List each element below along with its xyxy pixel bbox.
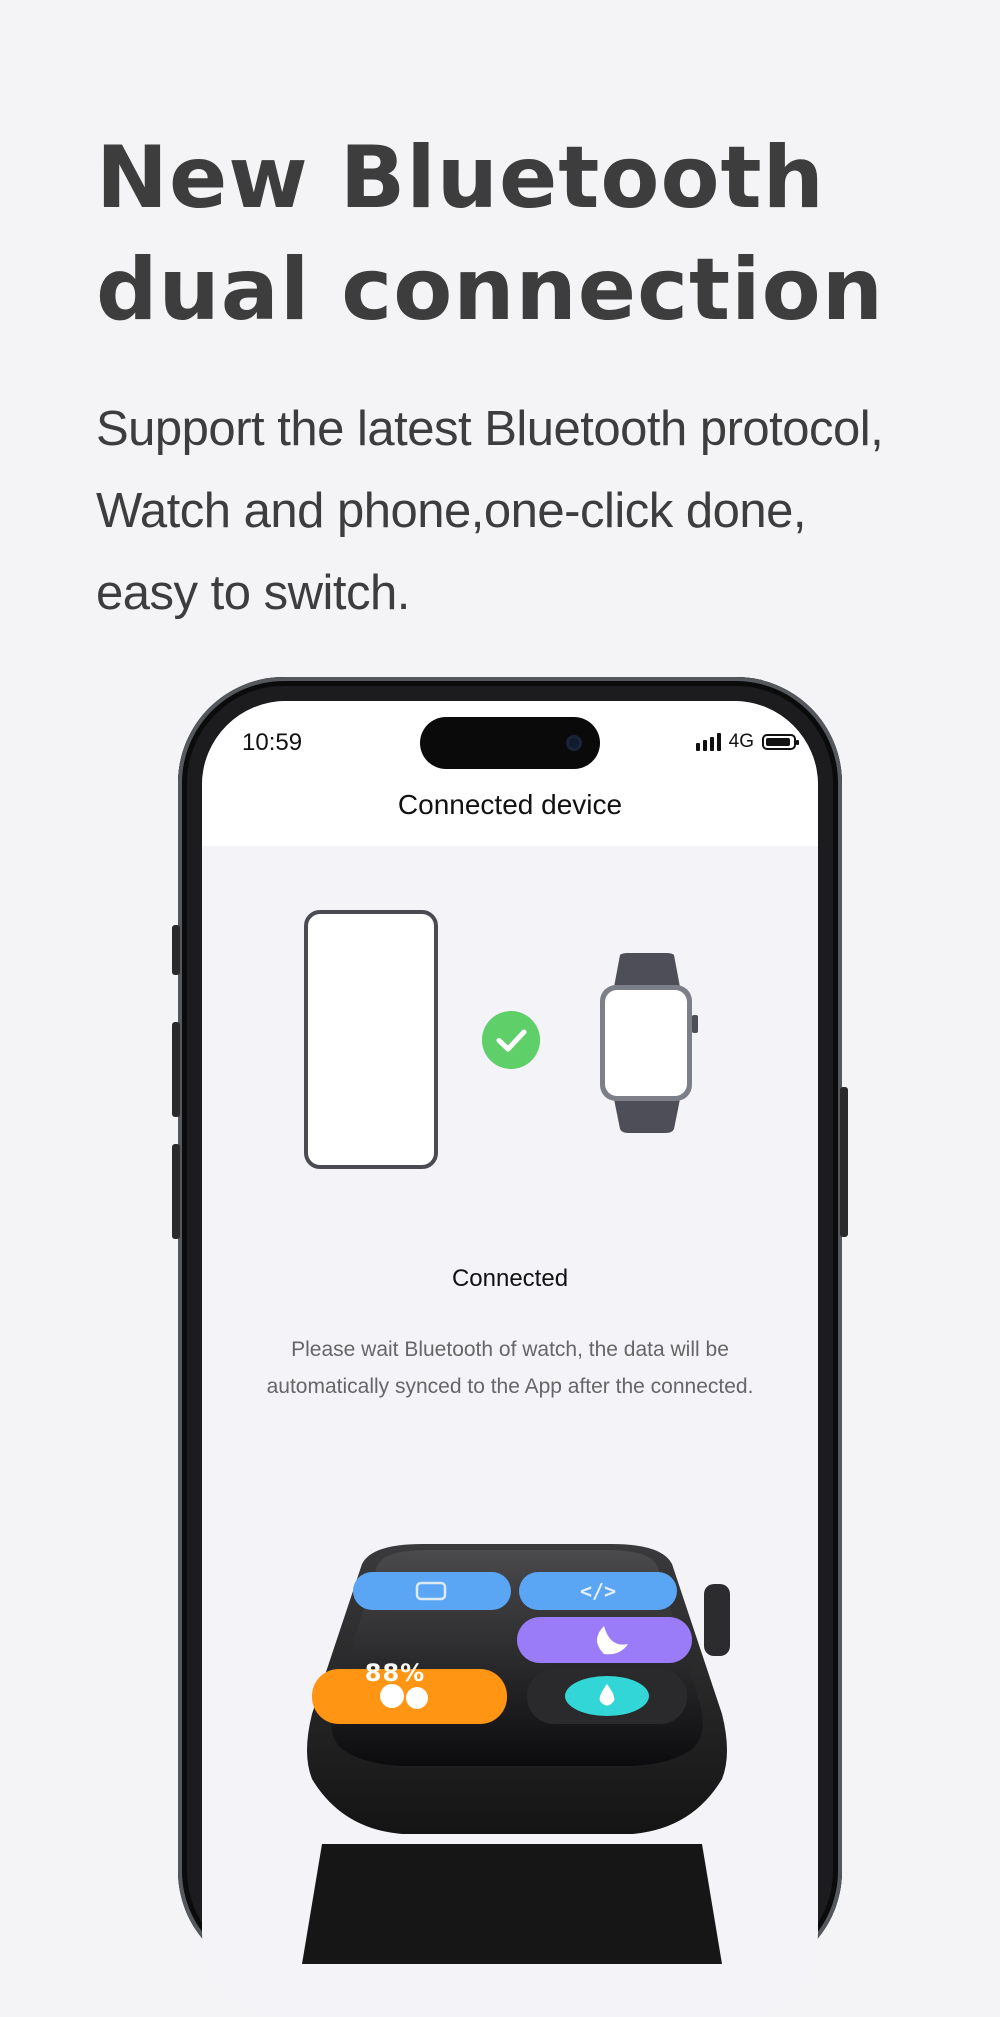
feature-description-line-2: Watch and phone,one-click done, <box>96 484 806 538</box>
signal-icon <box>695 733 721 751</box>
connected-check-icon <box>482 1011 540 1069</box>
headline-line-2: dual connection <box>96 240 884 340</box>
watch-battery-percent: 88% <box>364 1659 426 1687</box>
phone-screen: 10:59 4G Connected device Connected Plea… <box>202 701 818 2017</box>
phone-illustration <box>304 910 438 1169</box>
sync-description-line-1: Please wait Bluetooth of watch, the data… <box>291 1338 729 1361</box>
watch-illustration <box>600 953 698 1133</box>
phone-mockup: 10:59 4G Connected device Connected Plea… <box>172 677 848 2017</box>
watch-tile-phone <box>353 1572 511 1610</box>
battery-icon <box>762 734 799 750</box>
phone-side-button <box>172 925 180 975</box>
headline-line-1: New Bluetooth <box>96 128 825 228</box>
front-camera-icon <box>566 735 582 751</box>
feature-description: Support the latest Bluetooth protocol, W… <box>96 388 884 634</box>
page-title: Connected device <box>397 789 623 820</box>
app-header: 10:59 4G Connected device <box>202 701 818 846</box>
phone-volume-up-button <box>172 1022 180 1117</box>
feature-description-line-3: easy to switch. <box>96 566 410 620</box>
network-type: 4G <box>728 731 754 752</box>
smartwatch-photo: </> <box>302 1544 730 1964</box>
svg-text:</>: </> <box>580 1579 616 1603</box>
connection-status: Connected <box>451 1265 569 1292</box>
status-time: 10:59 <box>242 729 303 756</box>
status-icons: 4G <box>695 731 799 753</box>
phone-power-button <box>840 1087 848 1237</box>
sync-description-line-2: automatically synced to the App after th… <box>266 1375 754 1398</box>
phone-volume-down-button <box>172 1144 180 1239</box>
headline: New Bluetooth dual connection <box>96 122 884 346</box>
feature-description-line-1: Support the latest Bluetooth protocol, <box>96 402 884 456</box>
dynamic-island <box>420 717 600 769</box>
sync-description: Please wait Bluetooth of watch, the data… <box>202 1331 818 1405</box>
